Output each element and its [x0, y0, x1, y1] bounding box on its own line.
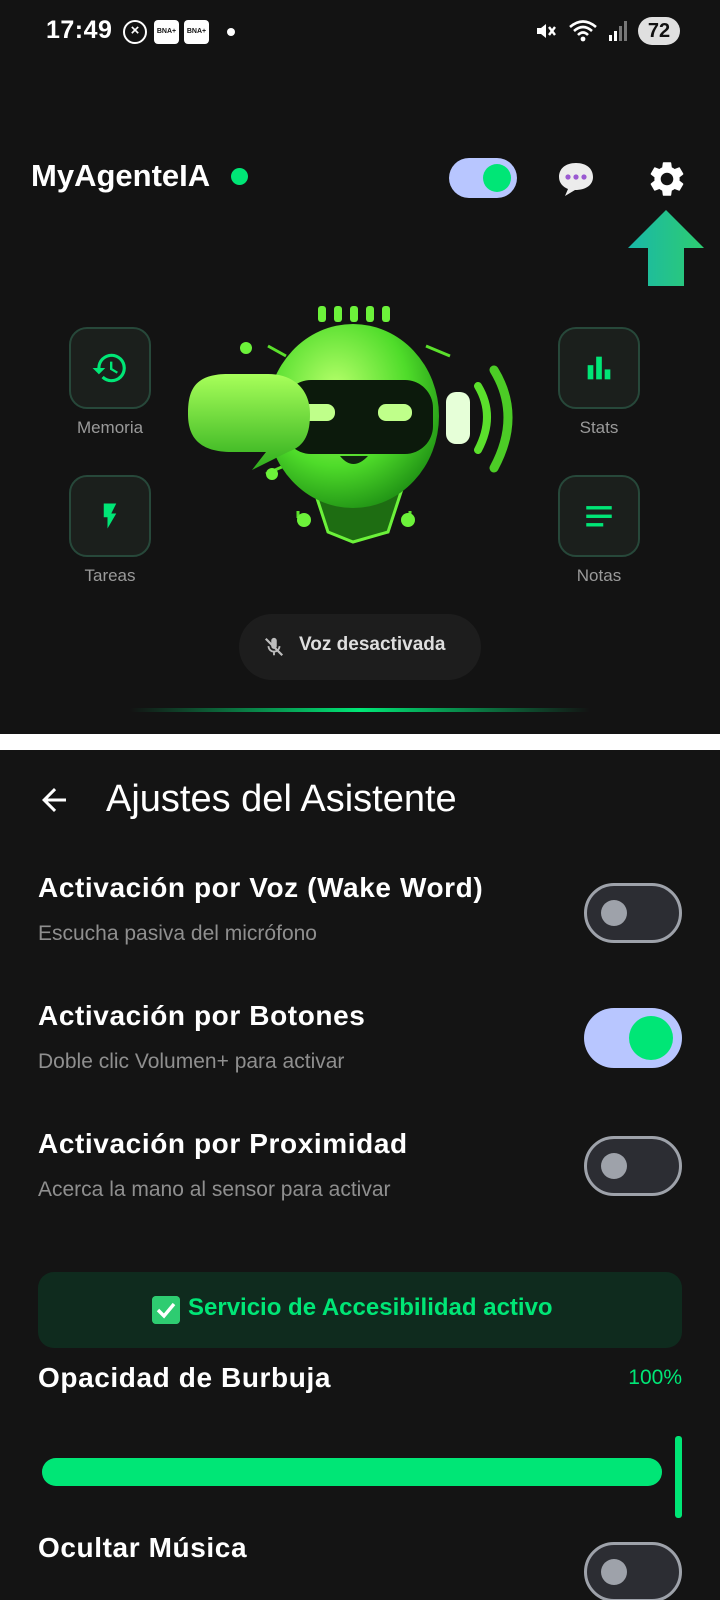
signal-icon	[609, 21, 627, 41]
opacity-slider[interactable]	[42, 1458, 662, 1486]
proximity-activation-subtitle: Acerca la mano al sensor para activar	[38, 1178, 391, 1201]
toggle-knob	[483, 164, 511, 192]
voice-status-pill[interactable]: Voz desactivada	[239, 614, 481, 680]
robot-assistant-avatar[interactable]	[188, 306, 528, 556]
notas-label: Notas	[576, 566, 622, 585]
opacity-slider-thumb[interactable]	[675, 1436, 682, 1518]
wake-word-subtitle: Escucha pasiva del micrófono	[38, 922, 317, 945]
gear-icon[interactable]	[646, 158, 688, 200]
hide-music-title: Ocultar Música	[38, 1532, 248, 1563]
accessibility-status-text: Servicio de Accesibilidad activo	[188, 1294, 553, 1321]
mute-icon	[537, 24, 556, 38]
back-arrow-icon[interactable]	[36, 782, 72, 818]
notes-icon	[586, 506, 612, 527]
battery-indicator: 72	[638, 17, 680, 45]
buttons-activation-title: Activación por Botones	[38, 1000, 366, 1031]
settings-screen: Ajustes del Asistente Activación por Voz…	[0, 750, 720, 1600]
proximity-activation-title: Activación por Proximidad	[38, 1128, 408, 1159]
mic-off-icon	[264, 637, 284, 657]
accessibility-status-banner: Servicio de Accesibilidad activo	[38, 1272, 682, 1348]
buttons-activation-subtitle: Doble clic Volumen+ para activar	[38, 1050, 345, 1073]
tareas-label: Tareas	[84, 566, 136, 585]
memoria-label: Memoria	[76, 418, 144, 437]
bna-notification-icon: BNA+	[154, 20, 179, 44]
bna-notification-icon-2: BNA+	[184, 20, 209, 44]
proximity-activation-switch[interactable]	[584, 1136, 682, 1196]
switch-knob	[601, 1153, 627, 1179]
glow-divider	[130, 708, 590, 712]
history-icon	[92, 353, 126, 383]
assistant-toggle[interactable]	[449, 158, 517, 198]
stats-label: Stats	[579, 418, 619, 437]
status-time: 17:49	[46, 16, 113, 44]
chat-icon[interactable]	[556, 160, 596, 198]
status-bar: 17:49 × BNA+ BNA+ 72	[0, 0, 720, 64]
memoria-button[interactable]	[69, 327, 151, 409]
arrow-up-hint-icon	[628, 210, 704, 286]
checkbox-checked-icon	[152, 1296, 180, 1324]
stats-button[interactable]	[558, 327, 640, 409]
wifi-icon	[569, 20, 597, 42]
x-notification-icon: ×	[123, 20, 147, 44]
opacity-slider-fill	[42, 1458, 662, 1486]
voice-status-text: Voz desactivada	[299, 634, 446, 655]
hide-music-switch[interactable]	[584, 1542, 682, 1600]
home-screen: 17:49 × BNA+ BNA+ 72 MyAgenteIA Memoria …	[0, 0, 720, 734]
wake-word-switch[interactable]	[584, 883, 682, 943]
more-notifications-dot-icon	[227, 28, 235, 36]
status-icons: 72	[534, 16, 680, 46]
switch-knob	[601, 1559, 627, 1585]
online-status-dot	[231, 168, 248, 185]
lightning-icon	[103, 503, 117, 529]
switch-knob	[601, 900, 627, 926]
bar-chart-icon	[587, 356, 611, 380]
tareas-button[interactable]	[69, 475, 151, 557]
opacity-value: 100%	[628, 1366, 682, 1389]
opacity-label: Opacidad de Burbuja	[38, 1362, 331, 1393]
wake-word-title: Activación por Voz (Wake Word)	[38, 872, 484, 903]
buttons-activation-switch[interactable]	[584, 1008, 682, 1068]
notas-button[interactable]	[558, 475, 640, 557]
page-title: Ajustes del Asistente	[106, 778, 457, 820]
app-title: MyAgenteIA	[31, 158, 211, 193]
switch-knob	[629, 1016, 673, 1060]
